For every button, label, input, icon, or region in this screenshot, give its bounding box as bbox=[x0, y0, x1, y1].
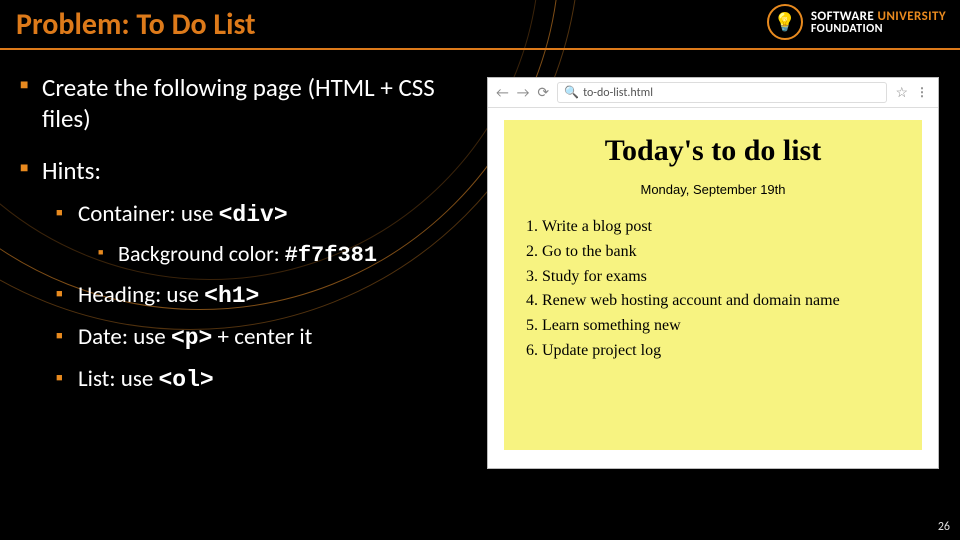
todo-note: Today's to do list Monday, September 19t… bbox=[504, 120, 922, 450]
forward-icon: → bbox=[517, 84, 530, 101]
note-date: Monday, September 19th bbox=[516, 182, 910, 197]
bullet-date: Date: use <p> + center it bbox=[56, 323, 450, 353]
todo-list: Write a blog post Go to the bank Study f… bbox=[516, 215, 910, 364]
bullet-hints: Hints: Container: use <div> Background c… bbox=[20, 155, 450, 395]
logo-word-3: FOUNDATION bbox=[811, 23, 946, 35]
star-icon: ☆ bbox=[895, 84, 908, 101]
brand-logo: 💡 SOFTWARE UNIVERSITY FOUNDATION bbox=[767, 4, 946, 40]
list-item: Renew web hosting account and domain nam… bbox=[542, 289, 910, 314]
url-text: to-do-list.html bbox=[583, 86, 653, 100]
reload-icon: ⟳ bbox=[537, 84, 549, 101]
browser-mock: ← → ⟳ 🔍 to-do-list.html ☆ ⋮ Today's to d… bbox=[488, 78, 938, 468]
bullet-container: Container: use <div> Background color: #… bbox=[56, 200, 450, 269]
bullet-create: Create the following page (HTML + CSS fi… bbox=[20, 72, 450, 135]
title-underline bbox=[0, 48, 960, 50]
slide-body: Create the following page (HTML + CSS fi… bbox=[20, 72, 450, 414]
url-field: 🔍 to-do-list.html bbox=[557, 82, 887, 103]
bullet-bgcolor: Background color: #f7f381 bbox=[98, 240, 450, 270]
note-heading: Today's to do list bbox=[516, 134, 910, 168]
list-item: Update project log bbox=[542, 339, 910, 364]
bullet-list: List: use <ol> bbox=[56, 365, 450, 395]
bullet-heading: Heading: use <h1> bbox=[56, 281, 450, 311]
search-icon: 🔍 bbox=[564, 85, 579, 100]
logo-word-2: UNIVERSITY bbox=[877, 9, 946, 24]
list-item: Study for exams bbox=[542, 265, 910, 290]
list-item: Write a blog post bbox=[542, 215, 910, 240]
list-item: Learn something new bbox=[542, 314, 910, 339]
address-bar: ← → ⟳ 🔍 to-do-list.html ☆ ⋮ bbox=[488, 78, 938, 108]
lightbulb-icon: 💡 bbox=[767, 4, 803, 40]
back-icon: ← bbox=[496, 84, 509, 101]
list-item: Go to the bank bbox=[542, 240, 910, 265]
menu-icon: ⋮ bbox=[916, 85, 930, 100]
page-number: 26 bbox=[938, 520, 950, 534]
slide-title: Problem: To Do List bbox=[16, 6, 256, 43]
